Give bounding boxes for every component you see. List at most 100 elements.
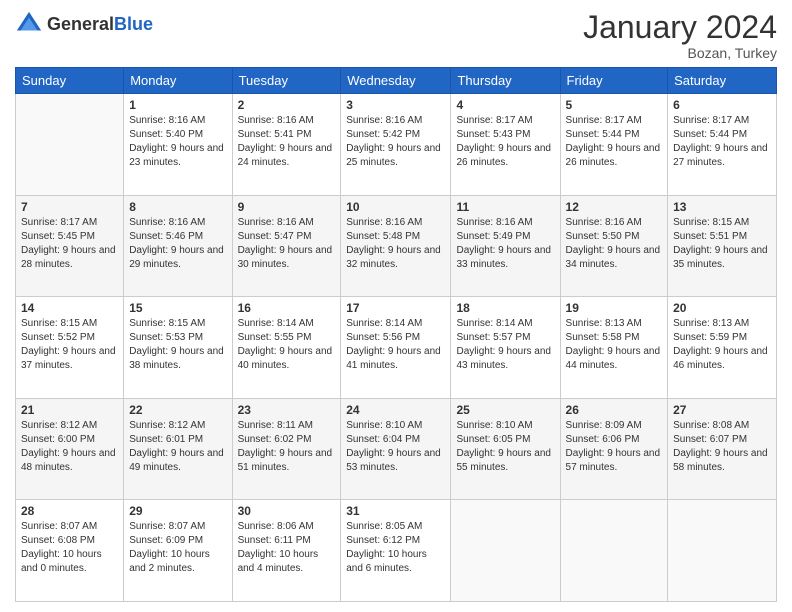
- daylight-text: Daylight: 9 hours and 53 minutes.: [346, 448, 441, 473]
- sunrise-text: Sunrise: 8:12 AM: [21, 420, 97, 431]
- title-section: January 2024 Bozan, Turkey: [583, 10, 777, 61]
- day-number: 5: [566, 98, 663, 112]
- sunset-text: Sunset: 6:11 PM: [238, 535, 311, 546]
- daylight-text: Daylight: 9 hours and 34 minutes.: [566, 245, 661, 270]
- sunset-text: Sunset: 6:00 PM: [21, 434, 95, 445]
- day-info: Sunrise: 8:10 AM Sunset: 6:05 PM Dayligh…: [456, 419, 554, 475]
- day-number: 8: [129, 200, 226, 214]
- day-number: 28: [21, 504, 118, 518]
- day-info: Sunrise: 8:14 AM Sunset: 5:56 PM Dayligh…: [346, 317, 445, 373]
- sunrise-text: Sunrise: 8:17 AM: [21, 217, 97, 228]
- location: Bozan, Turkey: [583, 45, 777, 61]
- calendar-cell: 13 Sunrise: 8:15 AM Sunset: 5:51 PM Dayl…: [668, 195, 777, 297]
- calendar-body: 1 Sunrise: 8:16 AM Sunset: 5:40 PM Dayli…: [16, 94, 777, 602]
- week-row-4: 28 Sunrise: 8:07 AM Sunset: 6:08 PM Dayl…: [16, 500, 777, 602]
- col-sunday: Sunday: [16, 68, 124, 94]
- day-number: 17: [346, 301, 445, 315]
- col-tuesday: Tuesday: [232, 68, 341, 94]
- calendar-cell: [560, 500, 668, 602]
- calendar-cell: 21 Sunrise: 8:12 AM Sunset: 6:00 PM Dayl…: [16, 398, 124, 500]
- calendar-cell: 20 Sunrise: 8:13 AM Sunset: 5:59 PM Dayl…: [668, 297, 777, 399]
- day-info: Sunrise: 8:12 AM Sunset: 6:01 PM Dayligh…: [129, 419, 226, 475]
- day-info: Sunrise: 8:16 AM Sunset: 5:50 PM Dayligh…: [566, 216, 663, 272]
- week-row-2: 14 Sunrise: 8:15 AM Sunset: 5:52 PM Dayl…: [16, 297, 777, 399]
- week-row-1: 7 Sunrise: 8:17 AM Sunset: 5:45 PM Dayli…: [16, 195, 777, 297]
- sunrise-text: Sunrise: 8:11 AM: [238, 420, 313, 431]
- daylight-text: Daylight: 9 hours and 40 minutes.: [238, 346, 333, 371]
- sunset-text: Sunset: 5:50 PM: [566, 231, 640, 242]
- calendar-cell: 19 Sunrise: 8:13 AM Sunset: 5:58 PM Dayl…: [560, 297, 668, 399]
- logo: GeneralBlue: [15, 10, 153, 38]
- sunrise-text: Sunrise: 8:13 AM: [566, 318, 642, 329]
- daylight-text: Daylight: 9 hours and 41 minutes.: [346, 346, 441, 371]
- day-info: Sunrise: 8:05 AM Sunset: 6:12 PM Dayligh…: [346, 520, 445, 576]
- sunrise-text: Sunrise: 8:16 AM: [566, 217, 642, 228]
- col-saturday: Saturday: [668, 68, 777, 94]
- day-info: Sunrise: 8:17 AM Sunset: 5:45 PM Dayligh…: [21, 216, 118, 272]
- day-number: 25: [456, 403, 554, 417]
- sunrise-text: Sunrise: 8:17 AM: [566, 115, 642, 126]
- calendar-header: Sunday Monday Tuesday Wednesday Thursday…: [16, 68, 777, 94]
- sunset-text: Sunset: 6:04 PM: [346, 434, 420, 445]
- calendar-cell: 27 Sunrise: 8:08 AM Sunset: 6:07 PM Dayl…: [668, 398, 777, 500]
- day-number: 27: [673, 403, 771, 417]
- daylight-text: Daylight: 9 hours and 26 minutes.: [456, 143, 551, 168]
- calendar-cell: 26 Sunrise: 8:09 AM Sunset: 6:06 PM Dayl…: [560, 398, 668, 500]
- sunset-text: Sunset: 5:43 PM: [456, 129, 530, 140]
- day-info: Sunrise: 8:16 AM Sunset: 5:48 PM Dayligh…: [346, 216, 445, 272]
- col-wednesday: Wednesday: [341, 68, 451, 94]
- sunrise-text: Sunrise: 8:17 AM: [673, 115, 749, 126]
- calendar-cell: [16, 94, 124, 196]
- calendar-cell: 3 Sunrise: 8:16 AM Sunset: 5:42 PM Dayli…: [341, 94, 451, 196]
- sunrise-text: Sunrise: 8:16 AM: [129, 217, 205, 228]
- day-number: 24: [346, 403, 445, 417]
- day-info: Sunrise: 8:06 AM Sunset: 6:11 PM Dayligh…: [238, 520, 336, 576]
- daylight-text: Daylight: 9 hours and 24 minutes.: [238, 143, 333, 168]
- day-number: 26: [566, 403, 663, 417]
- sunset-text: Sunset: 5:59 PM: [673, 332, 747, 343]
- sunrise-text: Sunrise: 8:10 AM: [456, 420, 532, 431]
- sunset-text: Sunset: 6:06 PM: [566, 434, 640, 445]
- day-number: 9: [238, 200, 336, 214]
- daylight-text: Daylight: 9 hours and 38 minutes.: [129, 346, 224, 371]
- day-number: 14: [21, 301, 118, 315]
- sunrise-text: Sunrise: 8:15 AM: [673, 217, 749, 228]
- calendar-cell: 8 Sunrise: 8:16 AM Sunset: 5:46 PM Dayli…: [124, 195, 232, 297]
- sunrise-text: Sunrise: 8:17 AM: [456, 115, 532, 126]
- day-info: Sunrise: 8:17 AM Sunset: 5:44 PM Dayligh…: [673, 114, 771, 170]
- sunrise-text: Sunrise: 8:10 AM: [346, 420, 422, 431]
- sunset-text: Sunset: 5:44 PM: [673, 129, 747, 140]
- daylight-text: Daylight: 10 hours and 6 minutes.: [346, 549, 427, 574]
- day-number: 30: [238, 504, 336, 518]
- day-number: 23: [238, 403, 336, 417]
- sunset-text: Sunset: 5:56 PM: [346, 332, 420, 343]
- day-info: Sunrise: 8:08 AM Sunset: 6:07 PM Dayligh…: [673, 419, 771, 475]
- sunrise-text: Sunrise: 8:16 AM: [456, 217, 532, 228]
- daylight-text: Daylight: 9 hours and 35 minutes.: [673, 245, 768, 270]
- daylight-text: Daylight: 9 hours and 57 minutes.: [566, 448, 661, 473]
- daylight-text: Daylight: 10 hours and 2 minutes.: [129, 549, 210, 574]
- day-number: 3: [346, 98, 445, 112]
- sunset-text: Sunset: 5:55 PM: [238, 332, 312, 343]
- day-number: 20: [673, 301, 771, 315]
- header: GeneralBlue January 2024 Bozan, Turkey: [15, 10, 777, 61]
- daylight-text: Daylight: 9 hours and 48 minutes.: [21, 448, 116, 473]
- calendar-cell: [668, 500, 777, 602]
- day-number: 31: [346, 504, 445, 518]
- calendar-cell: 5 Sunrise: 8:17 AM Sunset: 5:44 PM Dayli…: [560, 94, 668, 196]
- sunset-text: Sunset: 6:12 PM: [346, 535, 420, 546]
- sunrise-text: Sunrise: 8:16 AM: [129, 115, 205, 126]
- sunset-text: Sunset: 6:07 PM: [673, 434, 747, 445]
- calendar-cell: 18 Sunrise: 8:14 AM Sunset: 5:57 PM Dayl…: [451, 297, 560, 399]
- sunset-text: Sunset: 5:52 PM: [21, 332, 95, 343]
- calendar-cell: 4 Sunrise: 8:17 AM Sunset: 5:43 PM Dayli…: [451, 94, 560, 196]
- day-info: Sunrise: 8:16 AM Sunset: 5:46 PM Dayligh…: [129, 216, 226, 272]
- day-number: 7: [21, 200, 118, 214]
- daylight-text: Daylight: 9 hours and 46 minutes.: [673, 346, 768, 371]
- sunrise-text: Sunrise: 8:07 AM: [21, 521, 97, 532]
- day-number: 11: [456, 200, 554, 214]
- sunset-text: Sunset: 5:49 PM: [456, 231, 530, 242]
- sunrise-text: Sunrise: 8:13 AM: [673, 318, 749, 329]
- daylight-text: Daylight: 9 hours and 37 minutes.: [21, 346, 116, 371]
- calendar-cell: 30 Sunrise: 8:06 AM Sunset: 6:11 PM Dayl…: [232, 500, 341, 602]
